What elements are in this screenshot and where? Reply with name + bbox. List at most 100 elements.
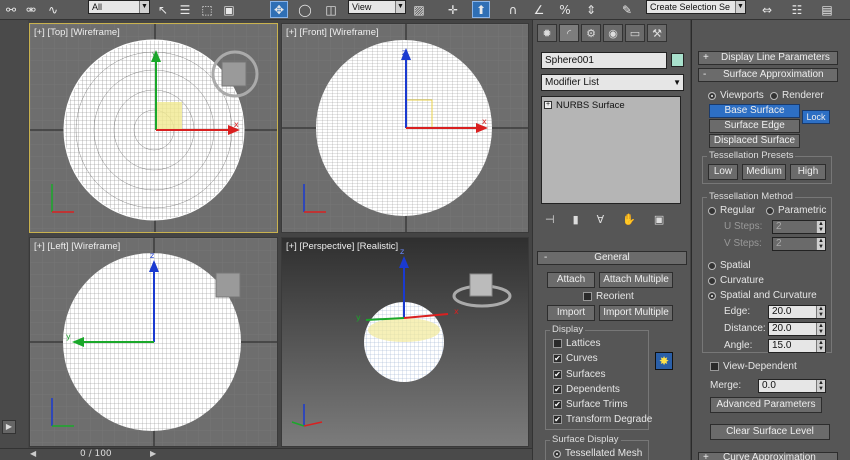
viewport-label[interactable]: [+] [Top] [Wireframe] — [34, 27, 120, 38]
viewport-top[interactable]: [+] [Top] [Wireframe] y x — [29, 23, 278, 233]
unlink-icon[interactable]: ⚮ — [22, 1, 40, 18]
angle-spinner[interactable]: 15.0 ▲ ▼ — [768, 339, 826, 353]
chevron-left-icon[interactable]: ◀ — [30, 449, 42, 459]
viewport-left[interactable]: [+] [Left] [Wireframe] z y — [29, 237, 278, 447]
high-preset-button[interactable]: High — [790, 164, 826, 180]
distance-spinner[interactable]: 20.0 ▲ ▼ — [768, 322, 826, 336]
surface-trims-checkbox[interactable]: ✔ Surface Trims — [553, 399, 628, 410]
bind-space-warp-icon[interactable]: ∿ — [44, 1, 62, 18]
viewcube[interactable] — [469, 273, 493, 297]
curvature-radio[interactable]: Curvature — [708, 275, 764, 286]
viewport-label[interactable]: [+] [Left] [Wireframe] — [34, 241, 120, 252]
checkmark-icon: ✔ — [553, 400, 562, 409]
percent-snap-icon[interactable]: % — [556, 1, 574, 18]
make-unique-icon[interactable]: ∀ — [597, 213, 605, 226]
modify-tab-icon[interactable]: ◜ — [559, 24, 579, 42]
v-steps-spinner[interactable]: 2 ▲ ▼ — [772, 237, 826, 251]
select-manipulate-icon[interactable]: ✛ — [444, 1, 462, 18]
utilities-tab-icon[interactable]: ⚒ — [647, 24, 667, 42]
advanced-parameters-button[interactable]: Advanced Parameters — [710, 397, 822, 413]
viewcube[interactable] — [215, 272, 241, 298]
pin-stack-icon[interactable]: ⊣ — [545, 213, 555, 226]
select-object-icon[interactable]: ↖ — [154, 1, 172, 18]
merge-spinner[interactable]: 0.0 ▲ ▼ — [758, 379, 826, 393]
low-preset-button[interactable]: Low — [708, 164, 738, 180]
viewports-radio[interactable]: Viewports — [708, 90, 764, 101]
collapse-icon: - — [703, 69, 707, 80]
checkmark-icon: ✔ — [553, 385, 562, 394]
displaced-surface-button[interactable]: Displaced Surface — [709, 134, 800, 148]
edit-named-selection-icon[interactable]: ✎ — [618, 1, 636, 18]
lock-button[interactable]: Lock — [802, 110, 830, 124]
pivot-center-icon[interactable]: ▨ — [410, 1, 428, 18]
viewport-perspective[interactable]: [+] [Perspective] [Realistic] z x y — [281, 237, 529, 447]
modifier-stack[interactable]: + NURBS Surface — [541, 96, 681, 204]
surfaces-checkbox[interactable]: ✔ Surfaces — [553, 369, 605, 380]
align-icon[interactable]: ☷ — [788, 1, 806, 18]
select-by-name-icon[interactable]: ☰ — [176, 1, 194, 18]
renderer-radio[interactable]: Renderer — [770, 90, 824, 101]
surface-approximation-header[interactable]: - Surface Approximation — [698, 68, 838, 82]
modifier-list-dropdown[interactable]: Modifier List ▼ — [541, 74, 684, 91]
keyboard-shortcut-override-icon[interactable]: ⬆ — [472, 1, 490, 18]
attach-button[interactable]: Attach — [547, 272, 595, 288]
tessellated-mesh-radio[interactable]: Tessellated Mesh — [553, 448, 642, 459]
spatial-and-curvature-radio[interactable]: Spatial and Curvature — [708, 290, 817, 301]
axis-z-label: z — [400, 247, 404, 256]
edge-spinner[interactable]: 20.0 ▲ ▼ — [768, 305, 826, 319]
transform-degrade-checkbox[interactable]: ✔ Transform Degrade — [553, 414, 652, 425]
reorient-checkbox[interactable]: Reorient — [583, 291, 634, 302]
create-tab-icon[interactable]: ✹ — [537, 24, 557, 42]
nurbs-creation-toolbox-icon[interactable]: ✸ — [655, 352, 673, 370]
attach-multiple-button[interactable]: Attach Multiple — [599, 272, 673, 288]
layer-manager-icon[interactable]: ▤ — [818, 1, 836, 18]
viewport-label[interactable]: [+] [Front] [Wireframe] — [286, 27, 379, 38]
lattices-checkbox[interactable]: Lattices — [553, 338, 600, 349]
play-icon[interactable]: ▶ — [2, 420, 16, 434]
selection-filter-dropdown[interactable]: All ▼ — [88, 0, 150, 14]
display-tab-icon[interactable]: ▭ — [625, 24, 645, 42]
rect-select-icon[interactable]: ⬚ — [198, 1, 216, 18]
select-and-scale-icon[interactable]: ◫ — [322, 1, 340, 18]
motion-tab-icon[interactable]: ◉ — [603, 24, 623, 42]
clear-surface-level-button[interactable]: Clear Surface Level — [710, 424, 830, 440]
time-slider[interactable]: ◀ 0 / 100 ▶ — [0, 448, 540, 460]
object-name-field[interactable]: Sphere001 — [541, 52, 667, 69]
parametric-radio[interactable]: Parametric — [766, 205, 826, 216]
dependents-checkbox[interactable]: ✔ Dependents — [553, 384, 620, 395]
curves-checkbox[interactable]: ✔ Curves — [553, 353, 598, 364]
curve-approximation-header[interactable]: + Curve Approximation — [698, 452, 838, 460]
spatial-radio[interactable]: Spatial — [708, 260, 751, 271]
object-color-swatch[interactable] — [671, 53, 684, 67]
expand-icon[interactable]: + — [544, 101, 552, 109]
ref-coord-dropdown[interactable]: View ▼ — [348, 0, 406, 14]
angle-snap-icon[interactable]: ∠ — [530, 1, 548, 18]
surface-edge-button[interactable]: Surface Edge — [709, 119, 800, 133]
show-end-result-icon[interactable]: ▮ — [573, 213, 579, 226]
import-button[interactable]: Import — [547, 305, 595, 321]
viewport-label[interactable]: [+] [Perspective] [Realistic] — [286, 241, 398, 252]
hierarchy-tab-icon[interactable]: ⚙ — [581, 24, 601, 42]
named-selection-dropdown[interactable]: Create Selection Se ▼ — [646, 0, 746, 14]
u-steps-spinner[interactable]: 2 ▲ ▼ — [772, 220, 826, 234]
stack-item[interactable]: + NURBS Surface — [544, 99, 678, 111]
import-multiple-button[interactable]: Import Multiple — [599, 305, 673, 321]
regular-radio[interactable]: Regular — [708, 205, 755, 216]
mirror-icon[interactable]: ⇔ — [758, 1, 776, 18]
window-crossing-icon[interactable]: ▣ — [220, 1, 238, 18]
configure-sets-icon[interactable]: ▣ — [654, 213, 664, 226]
chevron-right-icon[interactable]: ▶ — [150, 449, 162, 459]
medium-preset-button[interactable]: Medium — [742, 164, 786, 180]
remove-modifier-icon[interactable]: ✋ — [622, 213, 636, 226]
spinner-snap-icon[interactable]: ⇕ — [582, 1, 600, 18]
base-surface-button[interactable]: Base Surface — [709, 104, 800, 118]
display-line-parameters-header[interactable]: + Display Line Parameters — [698, 51, 838, 65]
select-and-rotate-icon[interactable]: ◯ — [296, 1, 314, 18]
select-and-move-icon[interactable]: ✥ — [270, 1, 288, 18]
snap-toggle-icon[interactable]: ∩ — [504, 1, 522, 18]
angle-label: Angle: — [724, 340, 753, 351]
general-rollout-header[interactable]: - General — [537, 251, 687, 265]
view-dependent-checkbox[interactable]: View-Dependent — [710, 361, 797, 372]
link-icon[interactable]: ⚯ — [2, 1, 20, 18]
viewport-front[interactable]: [+] [Front] [Wireframe] z x — [281, 23, 529, 233]
